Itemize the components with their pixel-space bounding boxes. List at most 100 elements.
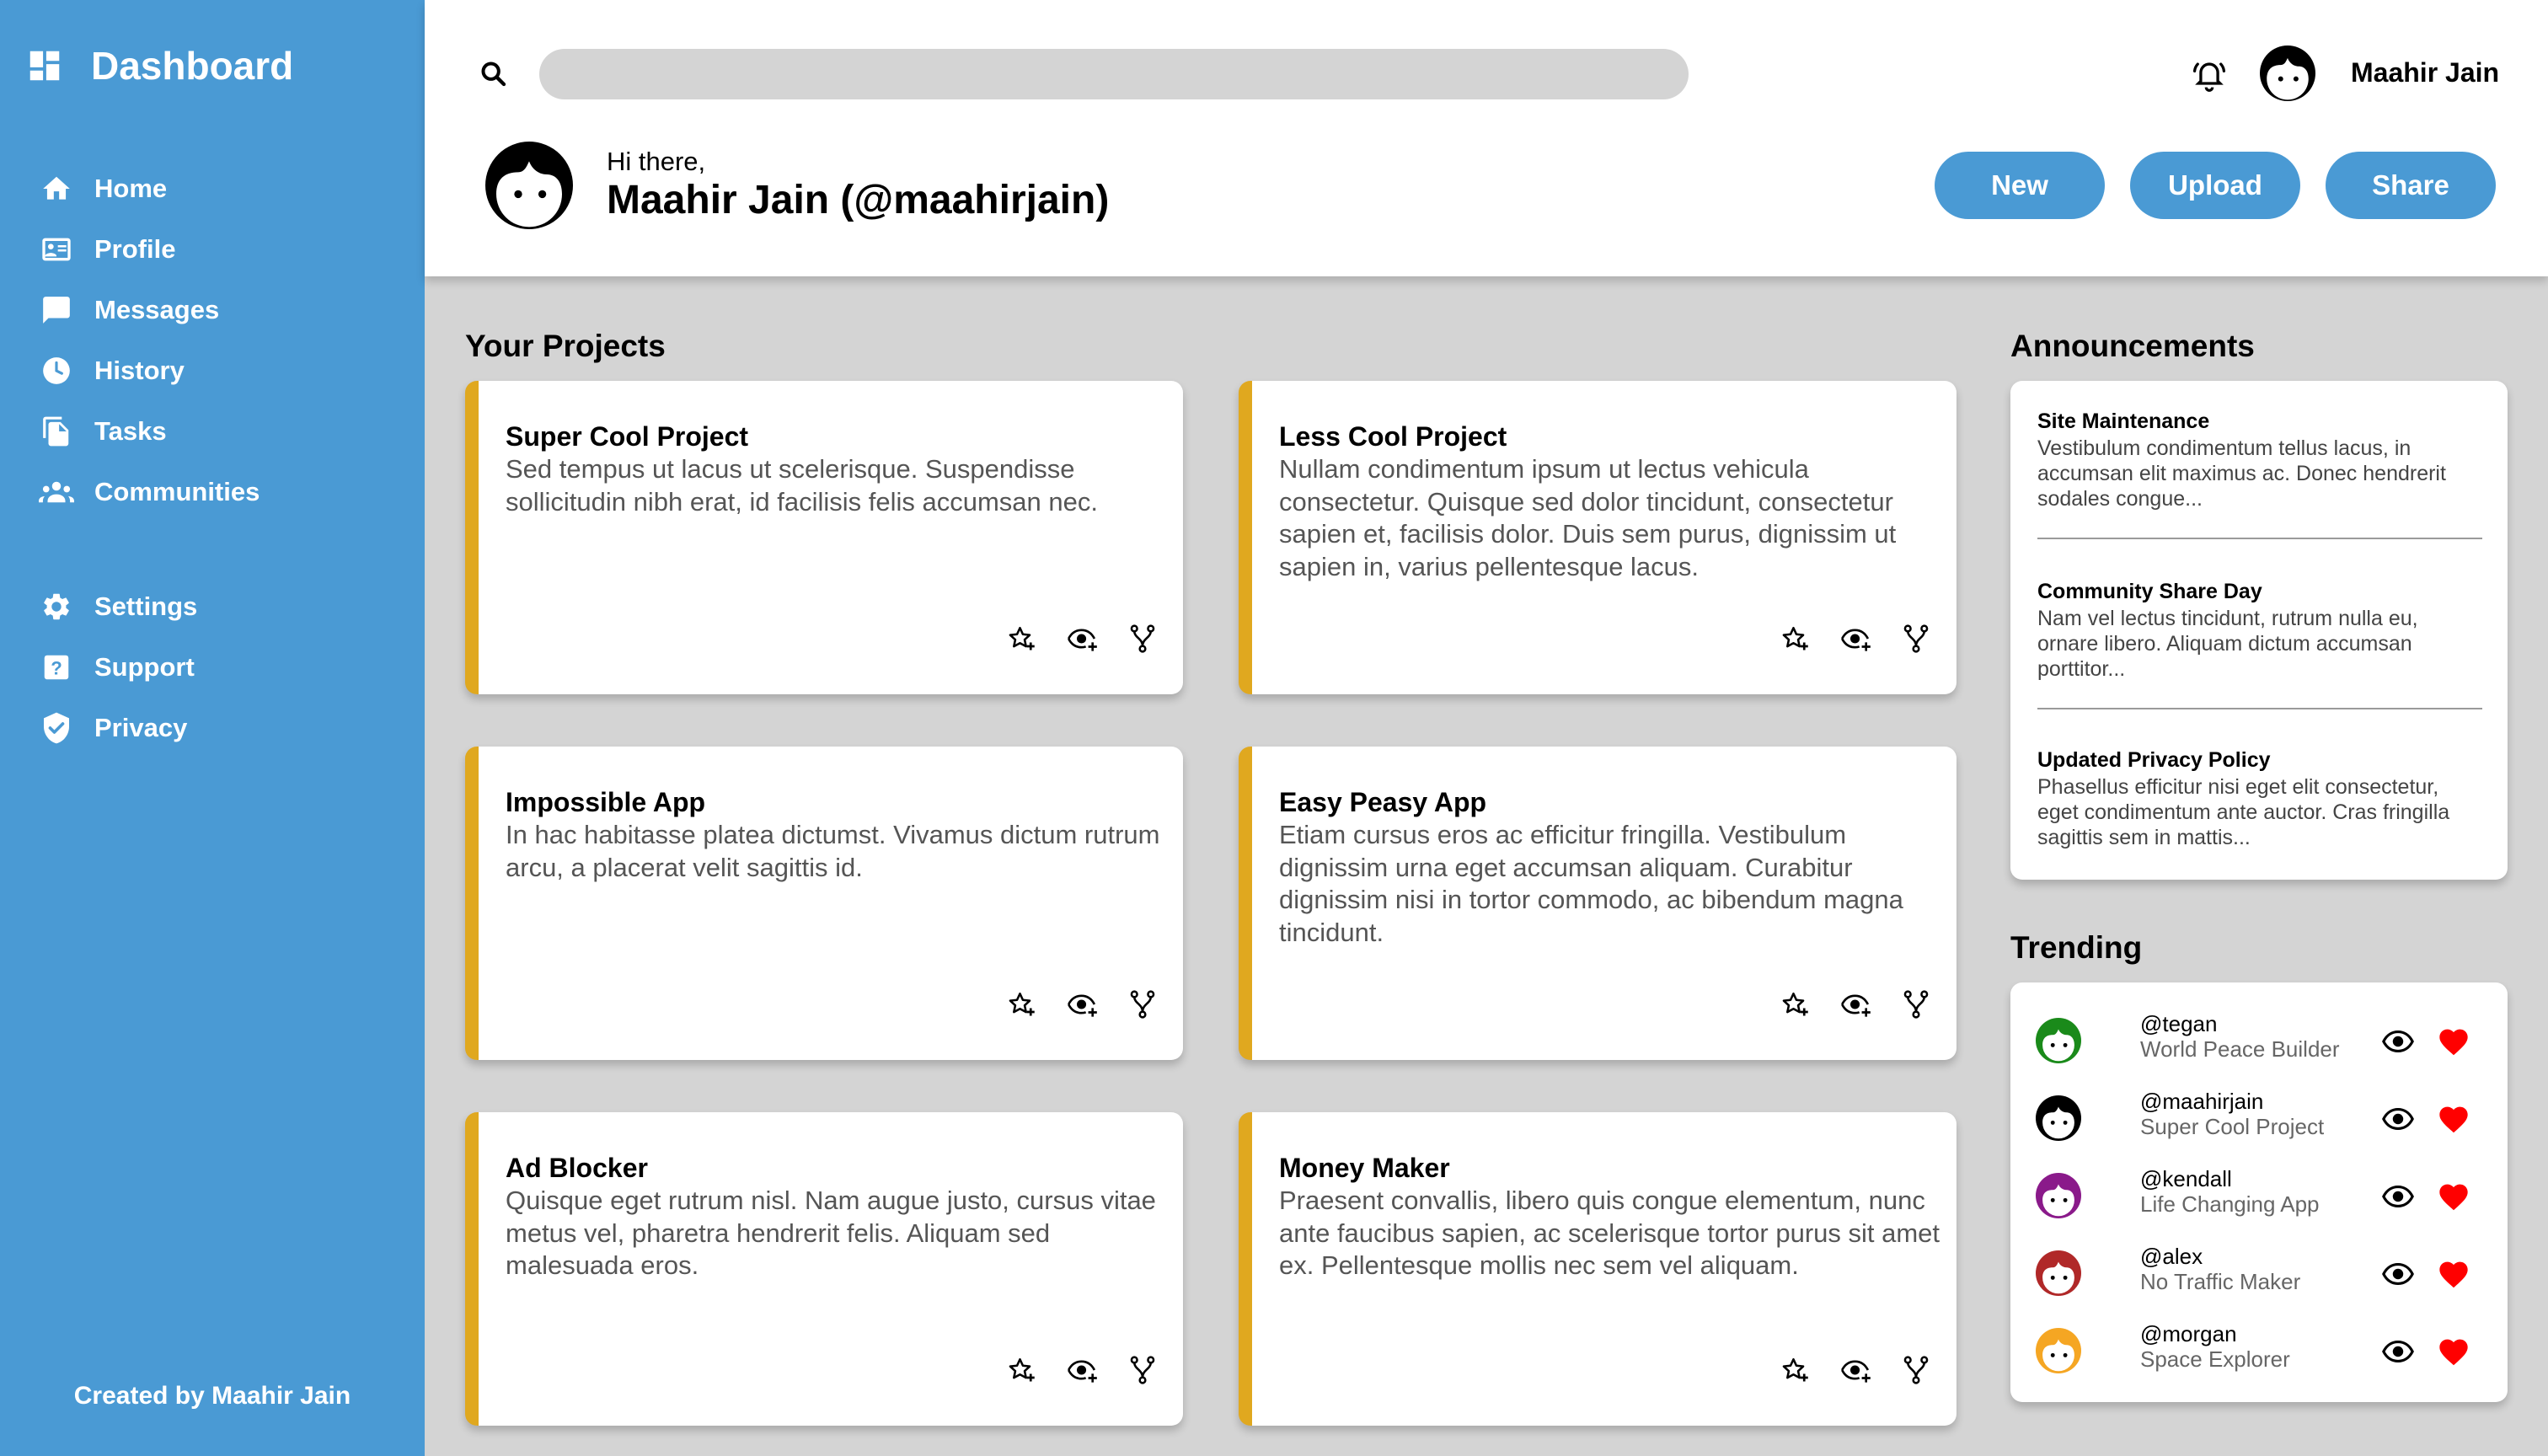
home-icon bbox=[39, 171, 74, 206]
project-card[interactable]: Ad Blocker Quisque eget rutrum nisl. Nam … bbox=[465, 1112, 1183, 1426]
heart-icon[interactable] bbox=[2437, 1102, 2470, 1134]
project-card[interactable]: Money Maker Praesent convallis, libero qu… bbox=[1239, 1112, 1956, 1426]
project-card[interactable]: Super Cool Project Sed tempus ut lacus ut… bbox=[465, 381, 1183, 694]
brand[interactable]: Dashboard bbox=[25, 42, 293, 89]
fork-icon[interactable] bbox=[1127, 1355, 1158, 1385]
project-actions bbox=[1006, 624, 1158, 654]
avatar[interactable] bbox=[2036, 1328, 2081, 1373]
share-button[interactable]: Share bbox=[2326, 152, 2496, 219]
bell-icon[interactable] bbox=[2191, 56, 2228, 93]
eye-icon[interactable] bbox=[2381, 1259, 2415, 1289]
eye-icon[interactable] bbox=[2381, 1181, 2415, 1212]
sidebar-item-support[interactable]: ? Support bbox=[39, 637, 260, 698]
watch-add-icon[interactable] bbox=[1067, 989, 1097, 1020]
star-add-icon[interactable] bbox=[1780, 989, 1810, 1020]
trending-handle[interactable]: @kendall bbox=[2140, 1166, 2232, 1192]
trending-item[interactable]: @tegan World Peace Builder bbox=[2036, 1006, 2491, 1070]
sidebar-item-messages[interactable]: Messages bbox=[39, 280, 260, 340]
trending-title: Trending bbox=[2010, 930, 2143, 965]
search-input[interactable] bbox=[539, 49, 1689, 99]
avatar[interactable] bbox=[2036, 1018, 2081, 1063]
heart-icon[interactable] bbox=[2437, 1180, 2470, 1212]
announcement-text: Phasellus efficitur nisi eget elit conse… bbox=[2037, 775, 2450, 849]
fork-icon[interactable] bbox=[1127, 624, 1158, 654]
heart-icon[interactable] bbox=[2437, 1257, 2470, 1289]
divider bbox=[2037, 708, 2482, 709]
trending-project: World Peace Builder bbox=[2140, 1036, 2340, 1062]
sidebar-item-history[interactable]: History bbox=[39, 340, 260, 401]
sidebar-item-profile[interactable]: Profile bbox=[39, 219, 260, 280]
gear-icon bbox=[39, 589, 74, 624]
project-actions bbox=[1780, 989, 1931, 1020]
project-card[interactable]: Easy Peasy App Etiam cursus eros ac effic… bbox=[1239, 747, 1956, 1060]
eye-icon[interactable] bbox=[2381, 1104, 2415, 1134]
heart-icon[interactable] bbox=[2437, 1025, 2470, 1057]
sidebar-item-communities[interactable]: Communities bbox=[39, 462, 260, 522]
star-add-icon[interactable] bbox=[1006, 1355, 1036, 1385]
watch-add-icon[interactable] bbox=[1067, 624, 1097, 654]
sidebar-item-label: Home bbox=[94, 174, 168, 203]
heart-icon[interactable] bbox=[2437, 1335, 2470, 1367]
project-title[interactable]: Money Maker bbox=[1279, 1153, 1450, 1184]
trending-project: Super Cool Project bbox=[2140, 1114, 2325, 1139]
project-title[interactable]: Impossible App bbox=[506, 787, 705, 818]
announcement-text: Nam vel lectus tincidunt, rutrum nulla e… bbox=[2037, 607, 2418, 681]
trending-panel: @tegan World Peace Builder @maahirjain S… bbox=[2010, 982, 2508, 1402]
trending-handle[interactable]: @maahirjain bbox=[2140, 1089, 2263, 1115]
announcements-title: Announcements bbox=[2010, 329, 2255, 363]
sidebar-item-tasks[interactable]: Tasks bbox=[39, 401, 260, 462]
project-title[interactable]: Ad Blocker bbox=[506, 1153, 648, 1184]
avatar[interactable] bbox=[2036, 1250, 2081, 1296]
avatar[interactable] bbox=[2260, 46, 2315, 101]
fork-icon[interactable] bbox=[1901, 1355, 1931, 1385]
fork-icon[interactable] bbox=[1127, 989, 1158, 1020]
eye-icon[interactable] bbox=[2381, 1336, 2415, 1367]
fork-icon[interactable] bbox=[1901, 989, 1931, 1020]
project-card[interactable]: Less Cool Project Nullam condimentum ipsu… bbox=[1239, 381, 1956, 694]
watch-add-icon[interactable] bbox=[1067, 1355, 1097, 1385]
trending-handle[interactable]: @tegan bbox=[2140, 1011, 2217, 1037]
star-add-icon[interactable] bbox=[1006, 989, 1036, 1020]
trending-item[interactable]: @kendall Life Changing App bbox=[2036, 1161, 2491, 1225]
search-icon[interactable] bbox=[477, 57, 511, 91]
watch-add-icon[interactable] bbox=[1840, 624, 1871, 654]
avatar[interactable] bbox=[2036, 1095, 2081, 1141]
eye-icon[interactable] bbox=[2381, 1026, 2415, 1057]
announcement-title: Site Maintenance bbox=[2037, 410, 2210, 433]
trending-item[interactable]: @morgan Space Explorer bbox=[2036, 1316, 2491, 1380]
announcement-item[interactable]: Community Share Day Nam vel lectus tinci… bbox=[2037, 580, 2482, 682]
sidebar-item-home[interactable]: Home bbox=[39, 158, 260, 219]
trending-item[interactable]: @maahirjain Super Cool Project bbox=[2036, 1084, 2491, 1148]
trending-project: Life Changing App bbox=[2140, 1191, 2320, 1217]
watch-add-icon[interactable] bbox=[1840, 989, 1871, 1020]
sidebar-item-label: Support bbox=[94, 652, 195, 682]
credit-text: Created by Maahir Jain bbox=[73, 1382, 351, 1410]
upload-button[interactable]: Upload bbox=[2130, 152, 2300, 219]
project-card[interactable]: Impossible App In hac habitasse platea di… bbox=[465, 747, 1183, 1060]
trending-item[interactable]: @alex No Traffic Maker bbox=[2036, 1239, 2491, 1303]
sidebar-item-privacy[interactable]: Privacy bbox=[39, 698, 260, 758]
watch-add-icon[interactable] bbox=[1840, 1355, 1871, 1385]
profile-card-icon bbox=[39, 232, 74, 267]
user-full-name: Maahir Jain (@maahirjain) bbox=[607, 178, 1110, 222]
star-add-icon[interactable] bbox=[1006, 624, 1036, 654]
new-button[interactable]: New bbox=[1935, 152, 2105, 219]
project-description: In hac habitasse platea dictumst. Vivamu… bbox=[506, 820, 1160, 882]
dashboard-icon bbox=[25, 46, 64, 85]
sidebar-item-label: Privacy bbox=[94, 713, 188, 742]
star-add-icon[interactable] bbox=[1780, 624, 1810, 654]
announcement-item[interactable]: Site Maintenance Vestibulum condimentum … bbox=[2037, 410, 2482, 511]
sidebar-item-settings[interactable]: Settings bbox=[39, 576, 260, 637]
announcement-item[interactable]: Updated Privacy Policy Phasellus efficit… bbox=[2037, 748, 2482, 850]
user-name[interactable]: Maahir Jain bbox=[2351, 57, 2499, 88]
star-add-icon[interactable] bbox=[1780, 1355, 1810, 1385]
trending-handle[interactable]: @morgan bbox=[2140, 1321, 2237, 1347]
project-title[interactable]: Super Cool Project bbox=[506, 421, 748, 452]
project-description: Praesent convallis, libero quis congue e… bbox=[1279, 1186, 1940, 1280]
project-title[interactable]: Easy Peasy App bbox=[1279, 787, 1486, 818]
avatar[interactable] bbox=[2036, 1173, 2081, 1218]
trending-handle[interactable]: @alex bbox=[2140, 1244, 2203, 1270]
fork-icon[interactable] bbox=[1901, 624, 1931, 654]
sidebar-item-label: Messages bbox=[94, 295, 220, 324]
project-title[interactable]: Less Cool Project bbox=[1279, 421, 1507, 452]
